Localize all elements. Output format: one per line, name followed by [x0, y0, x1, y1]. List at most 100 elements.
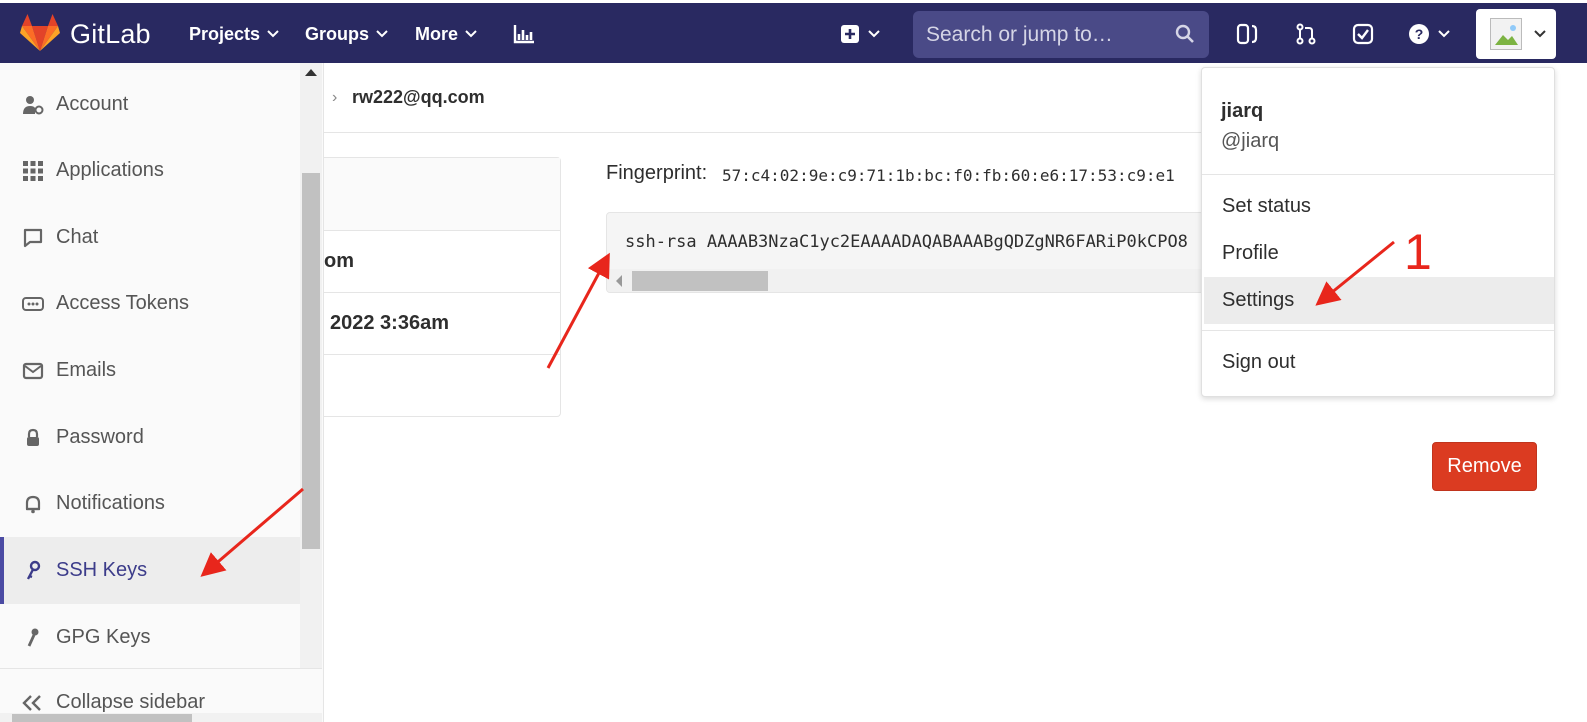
chevron-down-icon: [376, 30, 388, 38]
horizontal-scrollbar[interactable]: [607, 269, 1203, 292]
broken-image-icon: [1495, 25, 1518, 45]
chevron-down-icon: [1438, 30, 1450, 38]
menu-item-settings[interactable]: Settings: [1204, 277, 1554, 324]
sidebar-item-label: Password: [56, 426, 144, 448]
divider: [1202, 174, 1554, 175]
chevron-down-icon: [868, 30, 880, 38]
menu-item-set-status[interactable]: Set status: [1204, 183, 1554, 230]
search-icon: [1175, 24, 1194, 43]
divider: [1202, 330, 1554, 331]
ssh-key-box: ssh-rsa AAAAB3NzaC1yc2EAAAADAQABAAABgQDZ…: [606, 212, 1204, 293]
scroll-up-arrow-icon[interactable]: [305, 69, 317, 76]
sidebar-item-password[interactable]: Password: [0, 404, 300, 471]
sidebar-item-emails[interactable]: Emails: [0, 337, 300, 404]
brand[interactable]: GitLab: [20, 11, 151, 57]
breadcrumb-current: rw222@qq.com: [352, 87, 485, 107]
search-placeholder: Search or jump to…: [926, 22, 1113, 46]
horizontal-scrollbar[interactable]: [0, 713, 322, 722]
nav-projects-label: Projects: [189, 23, 261, 44]
nav-groups-label: Groups: [305, 23, 370, 44]
nav-more-label: More: [415, 23, 459, 44]
chevron-right-icon: ›: [332, 89, 338, 106]
sidebar-item-account[interactable]: Account: [0, 71, 300, 138]
sidebar-item-applications[interactable]: Applications: [0, 137, 300, 204]
breadcrumb: › rw222@qq.com: [324, 63, 1204, 133]
user-settings-icon: [23, 95, 44, 114]
menu-item-profile[interactable]: Profile: [1204, 230, 1554, 277]
collapse-sidebar-button[interactable]: Collapse sidebar: [22, 691, 205, 714]
issues-icon[interactable]: [1234, 21, 1260, 47]
key-icon: [26, 560, 41, 580]
key-info-card: om 2022 3:36am: [324, 157, 561, 417]
help-dropdown[interactable]: ?: [1408, 21, 1456, 47]
remove-button[interactable]: Remove: [1432, 442, 1537, 491]
sidebar-item-notifications[interactable]: Notifications: [0, 470, 300, 537]
scrollbar-thumb[interactable]: [12, 714, 192, 722]
sidebar-item-label: Chat: [56, 226, 99, 248]
menu-item-label: Settings: [1222, 289, 1295, 311]
chat-icon: [23, 228, 43, 247]
gitlab-logo-icon: [20, 14, 60, 51]
user-name: jiarq: [1221, 100, 1264, 122]
sidebar-item-label: SSH Keys: [56, 559, 148, 581]
mail-icon: [22, 362, 44, 379]
user-handle: @jiarq: [1221, 130, 1280, 152]
nav-more[interactable]: More: [415, 19, 477, 49]
todos-icon[interactable]: [1350, 21, 1376, 47]
search-input[interactable]: Search or jump to…: [913, 11, 1209, 58]
scrollbar-thumb[interactable]: [302, 173, 320, 549]
menu-item-label: Profile: [1222, 242, 1279, 264]
sidebar-item-label: Applications: [56, 159, 164, 181]
merge-requests-icon[interactable]: [1293, 21, 1319, 47]
menu-item-label: Sign out: [1222, 351, 1296, 373]
new-item-dropdown[interactable]: [840, 21, 886, 47]
fingerprint-label: Fingerprint:: [606, 162, 708, 184]
user-menu-toggle[interactable]: [1476, 9, 1556, 59]
key-created-date: 2022 3:36am: [330, 312, 449, 334]
ssh-key-text: ssh-rsa AAAAB3NzaC1yc2EAAAADAQABAAABgQDZ…: [625, 232, 1188, 252]
sidebar-item-gpg-keys[interactable]: GPG Keys: [0, 604, 300, 671]
fingerprint-value: 57:c4:02:9e:c9:71:1b:bc:f0:fb:60:e6:17:5…: [722, 166, 1175, 185]
sidebar-item-label: Emails: [56, 359, 117, 381]
sidebar-item-ssh-keys[interactable]: SSH Keys: [0, 537, 300, 604]
top-navbar: GitLab Projects Groups More Search or ju…: [0, 0, 1587, 63]
sidebar-item-access-tokens[interactable]: Access Tokens: [0, 270, 300, 337]
key-info-row: om: [324, 231, 560, 293]
collapse-sidebar-label: Collapse sidebar: [56, 691, 205, 713]
svg-text:?: ?: [1415, 26, 1424, 42]
chevron-down-icon: [465, 30, 477, 38]
sidebar-item-label: Notifications: [56, 492, 165, 514]
token-icon: [22, 296, 44, 311]
plus-square-icon: [841, 25, 859, 43]
nav-projects[interactable]: Projects: [189, 19, 279, 49]
annotation-step-number: 1: [1404, 224, 1432, 280]
menu-item-label: Set status: [1222, 195, 1311, 217]
analytics-chart-icon[interactable]: [511, 21, 537, 47]
sidebar-item-label: Account: [56, 93, 129, 115]
help-icon: ?: [1409, 24, 1429, 44]
settings-sidebar: Account Applications Chat Access Tokens …: [0, 63, 324, 722]
sidebar-footer: Collapse sidebar: [0, 668, 322, 722]
user-dropdown-menu: jiarq @jiarq Set status Profile Settings…: [1201, 67, 1555, 397]
key-info-row: 2022 3:36am: [324, 293, 560, 355]
gitlab-ssh-keys-page: GitLab Projects Groups More Search or ju…: [0, 0, 1587, 722]
sidebar-item-chat[interactable]: Chat: [0, 204, 300, 271]
brand-name: GitLab: [70, 18, 151, 49]
sidebar-item-label: Access Tokens: [56, 292, 190, 314]
key-icon: [27, 628, 39, 647]
card-header: [324, 158, 560, 231]
chevron-down-icon: [267, 30, 279, 38]
key-info-value: om: [324, 250, 354, 272]
scrollbar-thumb[interactable]: [632, 271, 768, 291]
grid-icon: [23, 160, 43, 181]
avatar: [1490, 18, 1522, 50]
key-info-row: [324, 355, 560, 417]
menu-item-sign-out[interactable]: Sign out: [1204, 339, 1554, 386]
chevron-down-icon: [1534, 30, 1546, 38]
lock-icon: [27, 428, 39, 446]
bell-icon: [25, 495, 41, 513]
sidebar-scrollbar[interactable]: [300, 63, 322, 668]
sidebar-item-label: GPG Keys: [56, 626, 151, 648]
nav-groups[interactable]: Groups: [305, 19, 388, 49]
scroll-left-arrow-icon[interactable]: [616, 275, 622, 287]
